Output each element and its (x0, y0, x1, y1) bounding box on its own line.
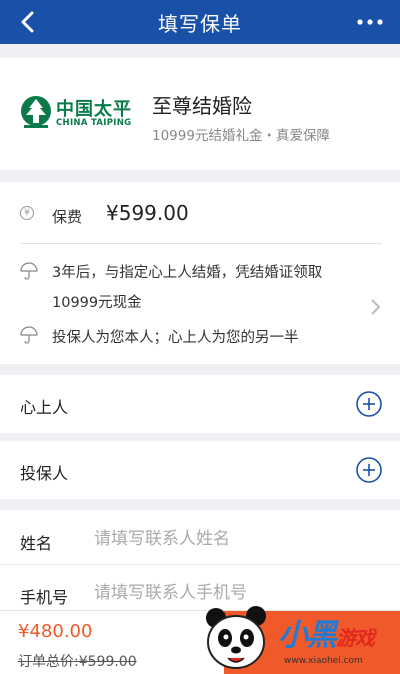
add-sweetheart-plus-icon[interactable] (356, 391, 382, 417)
benefit-text-2: 投保人为您本人；心上人为您的另一半 (52, 330, 299, 346)
logo-text-en: CHINA TAIPING (56, 118, 132, 128)
watermark-title-sub: 游戏 (336, 626, 375, 650)
nav-bar: 填写保单 (0, 0, 400, 44)
more-button[interactable] (352, 8, 388, 36)
add-policyholder-plus-icon[interactable] (356, 457, 382, 483)
umbrella-icon (20, 326, 38, 344)
umbrella-icon (20, 262, 38, 280)
product-card: 中国太平 CHINA TAIPING 至尊结婚险 10999元结婚礼金・真爱保障 (0, 58, 400, 170)
china-taiping-logo: 中国太平 CHINA TAIPING (20, 94, 132, 134)
product-name: 至尊结婚险 (152, 94, 252, 118)
pay-price: ¥480.00 (18, 621, 93, 642)
name-label: 姓名 (20, 534, 53, 553)
contact-form: 姓名 手机号 (0, 510, 400, 610)
premium-card[interactable]: ¥ 保费 ¥599.00 3年后，与指定心上人结婚，凭结婚证领取10999元现金… (0, 182, 400, 364)
benefit-text-1: 3年后，与指定心上人结婚，凭结婚证领取10999元现金 (52, 265, 323, 311)
premium-label: 保费 (52, 208, 83, 226)
page-title: 填写保单 (158, 11, 242, 36)
order-total-price: ¥599.00 (78, 654, 137, 670)
watermark-title: 小黑游戏 (278, 610, 375, 654)
divider (20, 243, 382, 244)
order-total: 订单总价:¥599.00 (18, 651, 137, 671)
policyholder-row[interactable]: 投保人 (0, 441, 400, 499)
back-button[interactable] (14, 8, 42, 36)
contact-phone-input[interactable] (94, 579, 364, 607)
premium-amount: ¥599.00 (106, 201, 189, 225)
sweetheart-row[interactable]: 心上人 (0, 375, 400, 433)
more-dots-icon (357, 19, 383, 25)
watermark-title-main: 小黑 (278, 618, 337, 653)
product-description: 10999元结婚礼金・真爱保障 (152, 128, 330, 144)
order-total-label: 订单总价: (18, 654, 79, 670)
watermark: 小黑游戏 www.xiaohei.com (200, 604, 400, 674)
sweetheart-label: 心上人 (20, 398, 69, 417)
chevron-right-icon[interactable] (370, 298, 382, 316)
yen-circle-icon: ¥ (20, 206, 34, 220)
chevron-left-icon (21, 11, 34, 33)
panda-mascot-icon (206, 606, 266, 669)
policyholder-label: 投保人 (20, 464, 69, 483)
phone-label: 手机号 (20, 588, 69, 607)
divider (0, 564, 400, 565)
taiping-emblem-icon (21, 96, 51, 128)
watermark-url: www.xiaohei.com (284, 656, 363, 666)
contact-name-input[interactable] (94, 525, 364, 553)
